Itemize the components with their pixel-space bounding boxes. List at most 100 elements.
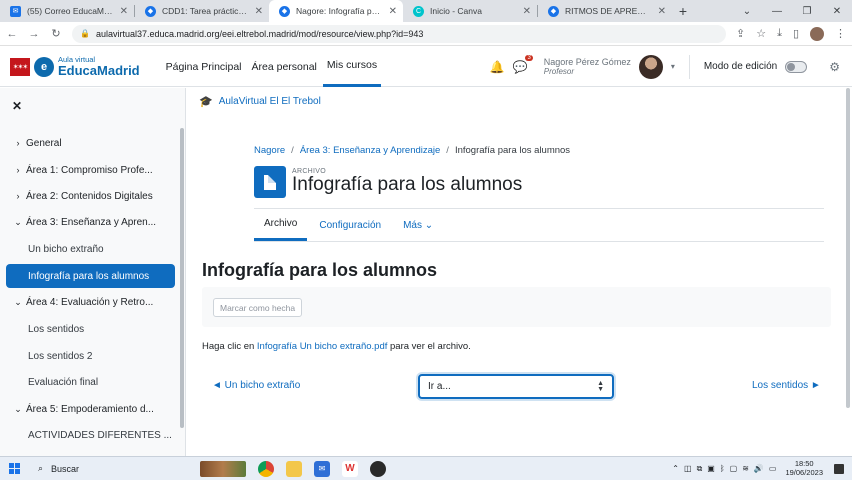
primary-navigation: Página Principal Área personal Mis curso… xyxy=(162,47,383,87)
browser-tab[interactable]: C Inicio - Canva ✕ xyxy=(403,0,537,22)
window-controls: ⌄ — ❐ ✕ xyxy=(732,0,852,22)
avatar[interactable] xyxy=(638,54,663,79)
section-label: Área 2: Contenidos Digitales xyxy=(26,190,153,202)
tab-configuracion[interactable]: Configuración xyxy=(309,209,391,241)
chevron-down-icon: ⌄ xyxy=(424,219,434,231)
browser-tab-active[interactable]: ◆ Nagore: Infografía para lo ✕ xyxy=(269,0,403,22)
mark-as-done-button[interactable]: Marcar como hecha xyxy=(213,298,303,317)
course-index-activity[interactable]: Los sentidos 2 xyxy=(6,344,175,368)
course-index-activity[interactable]: Los sentidos xyxy=(6,317,175,341)
tray-app-icon[interactable]: ◫ xyxy=(684,464,692,473)
tab-mas[interactable]: Más ⌄ xyxy=(393,209,443,241)
close-icon[interactable]: ✕ xyxy=(255,6,263,17)
chevron-down-icon[interactable]: ⌄ xyxy=(10,404,26,415)
activity-label: Evaluación final xyxy=(28,376,99,388)
tab-archivo[interactable]: Archivo xyxy=(254,209,308,241)
course-index-section[interactable]: › Área 2: Contenidos Digitales xyxy=(6,184,175,208)
course-index-activity-active[interactable]: Infografía para los alumnos xyxy=(6,264,175,288)
chrome-icon[interactable] xyxy=(258,460,274,477)
nav-item-my-courses[interactable]: Mis cursos xyxy=(322,47,382,87)
new-tab-button[interactable]: + xyxy=(672,0,694,22)
app-icon[interactable] xyxy=(370,460,386,477)
wps-icon[interactable]: W xyxy=(342,460,358,477)
share-icon[interactable]: ⇪ xyxy=(736,27,745,40)
tab-title: Nagore: Infografía para lo xyxy=(296,6,383,16)
course-index-section[interactable]: ⌄ Área 3: Enseñanza y Apren... xyxy=(6,210,175,234)
reload-icon[interactable]: ↻ xyxy=(50,27,62,40)
bluetooth-icon[interactable]: ᛒ xyxy=(720,464,725,473)
completion-panel: Marcar como hecha xyxy=(202,287,831,327)
nav-item-dashboard[interactable]: Área personal xyxy=(248,47,321,87)
browser-tabstrip: ✉ (55) Correo EducaMadrid - ✕ ◆ CDD1: Ta… xyxy=(0,0,852,22)
bookmark-star-icon[interactable]: ☆ xyxy=(756,27,766,40)
page-scrollbar[interactable] xyxy=(846,88,850,408)
course-index-activity[interactable]: ACTIVIDADES DIFERENTES ... xyxy=(6,423,175,447)
course-index-section[interactable]: › Área 1: Compromiso Profe... xyxy=(6,158,175,182)
wifi-icon[interactable]: ≋ xyxy=(742,464,749,473)
course-link[interactable]: 🎓 AulaVirtual El El Trebol xyxy=(199,95,321,108)
educamadrid-globe-icon: e xyxy=(34,56,54,77)
file-explorer-icon[interactable] xyxy=(286,460,302,477)
widgets-icon[interactable] xyxy=(200,460,246,477)
breadcrumb-item[interactable]: Área 3: Enseñanza y Aprendizaje xyxy=(300,145,440,156)
course-index-activity[interactable]: Evaluación final xyxy=(6,370,175,394)
previous-activity-link[interactable]: ◄ Un bicho extraño xyxy=(212,380,300,391)
browser-tab[interactable]: ✉ (55) Correo EducaMadrid - ✕ xyxy=(0,0,134,22)
close-icon[interactable]: ✕ xyxy=(658,6,666,17)
course-index-section[interactable]: ⌄ Área 4: Evaluación y Retro... xyxy=(6,290,175,314)
madrid-flag-icon: ✶✶✶ xyxy=(10,57,30,76)
tray-app-icon[interactable]: ▣ xyxy=(707,464,715,473)
close-icon[interactable]: ✕ xyxy=(389,6,397,17)
tray-app-icon[interactable]: ⧉ xyxy=(697,464,703,474)
volume-icon[interactable]: 🔊 xyxy=(754,464,764,473)
close-drawer-icon[interactable]: ✕ xyxy=(12,99,22,113)
breadcrumb-item[interactable]: Nagore xyxy=(254,145,285,156)
course-index-section[interactable]: › General xyxy=(6,131,175,155)
battery-icon[interactable]: ▭ xyxy=(769,464,777,473)
window-close-icon[interactable]: ✕ xyxy=(822,0,852,22)
maximize-icon[interactable]: ❐ xyxy=(792,0,822,22)
mail-app-icon[interactable]: ✉ xyxy=(314,460,330,477)
chevron-down-icon[interactable]: ⌄ xyxy=(10,217,26,228)
back-icon[interactable]: ← xyxy=(6,28,18,40)
lock-icon[interactable]: 🔒 xyxy=(80,29,90,38)
clock[interactable]: 18:50 19/06/2023 xyxy=(785,459,823,477)
close-icon[interactable]: ✕ xyxy=(523,6,531,17)
course-index-activity[interactable]: Un bicho extraño xyxy=(6,237,175,261)
gear-icon[interactable]: ⚙ xyxy=(829,60,840,74)
download-icon[interactable]: ⤓ xyxy=(777,27,782,40)
nav-item-home[interactable]: Página Principal xyxy=(162,47,246,87)
chevron-right-icon[interactable]: › xyxy=(10,138,26,148)
notification-center-icon[interactable] xyxy=(834,463,844,474)
course-index-section[interactable]: ⌄ Área 5: Empoderamiento d... xyxy=(6,397,175,421)
chevron-right-icon[interactable]: › xyxy=(10,191,26,201)
info-suffix: para ver el archivo. xyxy=(390,341,471,352)
edit-mode-toggle[interactable] xyxy=(785,60,808,73)
drawer-scrollbar[interactable] xyxy=(180,128,184,428)
chevron-right-icon[interactable]: › xyxy=(10,165,26,175)
chevron-down-icon[interactable]: ⌄ xyxy=(10,297,26,308)
notifications-bell-icon[interactable]: 🔔 xyxy=(490,60,505,74)
tray-expand-icon[interactable]: ⌃ xyxy=(672,464,679,473)
next-activity-link[interactable]: Los sentidos ► xyxy=(752,380,821,391)
browser-tab[interactable]: ◆ RITMOS DE APRENDIZAJE ✕ xyxy=(538,0,672,22)
taskbar-search[interactable]: ⌕ Buscar xyxy=(28,457,168,480)
tab-search-icon[interactable]: ⌄ xyxy=(732,0,762,22)
user-info[interactable]: Nagore Pérez Gómez Profesor xyxy=(544,57,631,77)
site-logo[interactable]: ✶✶✶ e Aula virtual EducaMadrid xyxy=(10,56,140,77)
close-icon[interactable]: ✕ xyxy=(120,6,128,17)
breadcrumb-separator: / xyxy=(446,145,449,156)
chevron-down-icon[interactable]: ▾ xyxy=(671,62,675,71)
menu-kebab-icon[interactable]: ⋮ xyxy=(835,27,846,40)
start-button[interactable] xyxy=(0,463,28,474)
minimize-icon[interactable]: — xyxy=(762,0,792,22)
jump-to-select[interactable]: Ir a... ▲ ▼ xyxy=(418,374,614,399)
address-bar[interactable]: 🔒 aulavirtual37.educa.madrid.org/eei.elt… xyxy=(72,24,726,43)
sidepanel-icon[interactable]: ▯ xyxy=(793,27,799,40)
messages-icon[interactable]: 💬 3 xyxy=(513,54,533,74)
profile-avatar[interactable] xyxy=(810,26,824,41)
tray-app-icon[interactable]: ▢ xyxy=(730,464,738,473)
file-link[interactable]: Infografía Un bicho extraño.pdf xyxy=(257,341,387,352)
forward-icon[interactable]: → xyxy=(28,28,40,40)
browser-tab[interactable]: ◆ CDD1: Tarea práctica 6 - ✕ xyxy=(135,0,269,22)
